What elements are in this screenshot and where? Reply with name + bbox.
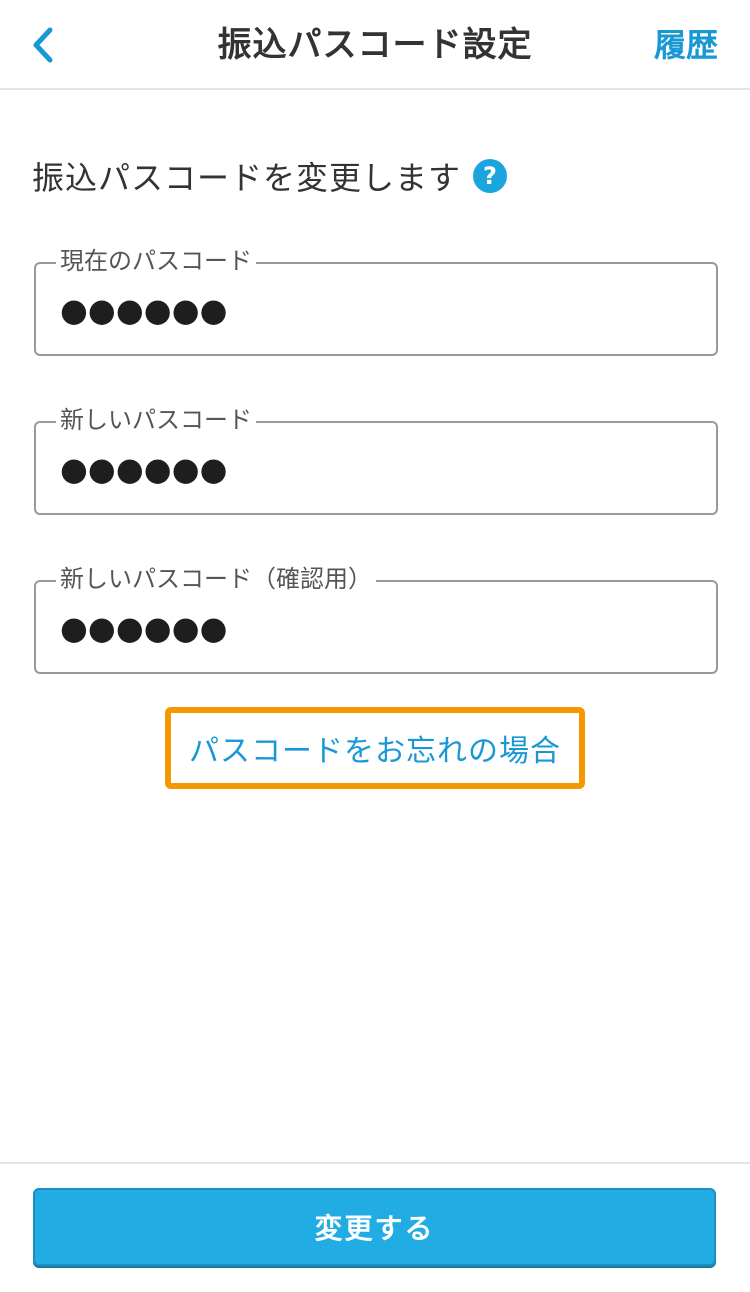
- passcode-settings-screen: 振込パスコード設定 履歴 振込パスコードを変更します ? 現在のパスコード ●●…: [0, 0, 750, 1292]
- help-icon-glyph: ?: [483, 162, 497, 190]
- new-passcode-value: ●●●●●●: [60, 450, 228, 488]
- intro-row: 振込パスコードを変更します ?: [32, 150, 508, 202]
- current-passcode-field[interactable]: 現在のパスコード ●●●●●●: [34, 246, 718, 356]
- question-circle-icon[interactable]: ?: [473, 159, 508, 193]
- forgot-passcode-link[interactable]: パスコードをお忘れの場合: [189, 726, 561, 770]
- new-passcode-label: 新しいパスコード: [56, 405, 256, 435]
- change-button[interactable]: 変更する: [33, 1188, 716, 1266]
- footer-divider: [0, 1162, 750, 1164]
- history-link[interactable]: 履歴: [654, 22, 718, 68]
- header-bar: 振込パスコード設定 履歴: [0, 0, 750, 90]
- current-passcode-value: ●●●●●●: [60, 291, 228, 329]
- new-passcode-field[interactable]: 新しいパスコード ●●●●●●: [34, 405, 718, 515]
- intro-text: 振込パスコードを変更します: [32, 159, 462, 197]
- page-title: 振込パスコード設定: [217, 25, 533, 65]
- current-passcode-label: 現在のパスコード: [56, 246, 256, 276]
- confirm-passcode-field[interactable]: 新しいパスコード（確認用） ●●●●●●: [34, 564, 718, 674]
- confirm-passcode-value: ●●●●●●: [60, 609, 228, 647]
- confirm-passcode-label: 新しいパスコード（確認用）: [56, 564, 376, 594]
- forgot-passcode-highlight: パスコードをお忘れの場合: [165, 707, 585, 789]
